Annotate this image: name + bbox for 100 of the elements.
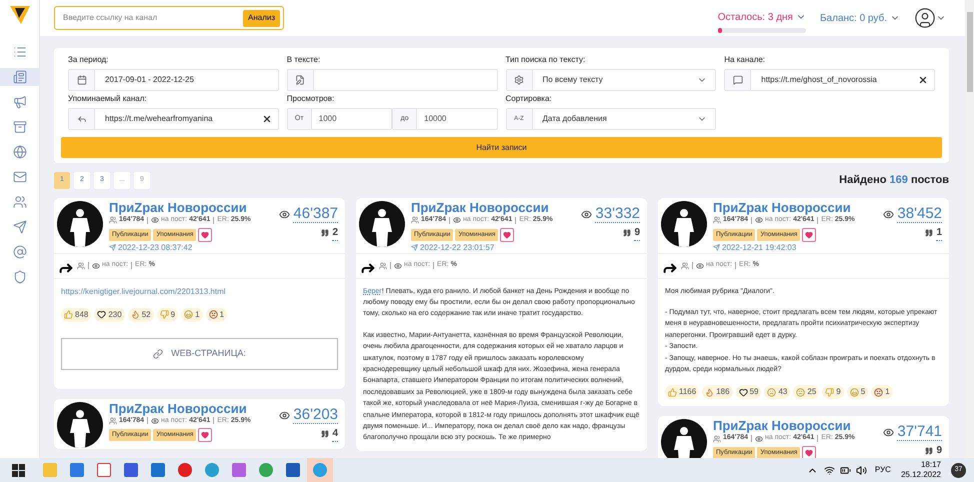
favorite-button[interactable] [802,228,816,242]
favorite-button[interactable] [198,228,212,242]
thumbs-down-icon [160,310,169,319]
users-icon [77,262,85,270]
favorite-button[interactable] [198,428,212,442]
users-icon [109,416,117,425]
reaction-chip[interactable]: 1166 [665,385,700,400]
app-icon [124,463,138,477]
app-icon [286,463,300,477]
quote-icon [321,430,330,438]
favorite-button[interactable] [500,228,514,242]
face-icon [850,388,859,397]
channel-name[interactable]: ПриZрак Новороссии [713,201,878,215]
text-field[interactable]: https://t.me/ghost_of_novorossia [724,69,935,91]
link-icon [153,348,164,358]
channel-name[interactable]: ПриZрак Новороссии [109,402,274,416]
field-label: На канале: [724,54,766,66]
comment-count[interactable]: 1 [936,225,942,241]
view-count[interactable]: 46'387 [293,206,338,223]
sidebar-item[interactable] [0,68,40,86]
megaphone-icon [12,95,26,109]
eye-icon [279,209,290,220]
heart-icon [201,431,210,439]
analyze-button[interactable]: Анализ [242,10,280,26]
channel-name[interactable]: ПриZрак Новороссии [713,419,878,434]
comment-count[interactable]: 9 [634,225,640,241]
view-count[interactable]: 38'452 [897,206,942,223]
reaction-chip[interactable]: 848 [61,308,92,322]
reaction-chip[interactable]: 9 [822,385,844,400]
reaction-chip[interactable]: 1 [206,308,227,322]
field-label: В тексте: [286,54,322,66]
thumbs-up-icon [668,388,677,397]
text-field[interactable]: 2017-09-01 - 2022-12-25 [68,69,279,91]
channel-name[interactable]: ПриZрак Новороссии [109,201,274,215]
chat-icon [732,75,743,85]
user-icon [914,7,936,29]
thumbs-up-icon [64,310,73,319]
newspaper-icon [12,70,26,84]
quote-icon [321,229,330,237]
comment-count[interactable]: 2 [332,225,338,241]
select-field[interactable]: По всему тексту [506,69,716,91]
reaction-chip[interactable]: 230 [94,308,125,322]
logo-icon[interactable] [8,4,30,26]
quote-icon [925,229,934,237]
reaction-chip[interactable]: 1 [181,308,203,322]
text-field[interactable] [286,69,498,91]
search-field[interactable]: Введите ссылку на канал Анализ [54,6,284,30]
users-icon [713,216,721,224]
balance-dropdown[interactable]: Баланс: 0 руб. [820,10,900,26]
find-posts-button[interactable]: Найти записи [61,137,942,158]
settings-icon [514,75,524,85]
keyboard-language[interactable]: РУС [874,464,891,476]
field-label: Просмотров: [286,93,336,105]
view-count[interactable]: 33'332 [595,206,640,223]
clock[interactable]: 18:17 25.12.2022 [900,460,941,480]
reaction-chip[interactable]: 25 [793,385,820,400]
web-page-button[interactable]: WEB-СТРАНИЦА: [61,338,338,370]
flame-icon [705,388,714,397]
time: 18:17 [920,460,941,470]
eye-icon [151,416,160,425]
eye-icon [883,209,894,220]
scrollbar[interactable] [965,0,974,458]
reaction-chip[interactable]: 5 [846,385,868,400]
profile-menu[interactable] [914,7,946,29]
view-count[interactable]: 37'741 [897,424,942,442]
face-icon [184,310,194,319]
field-label: За период: [68,54,110,66]
edit-icon [295,75,306,85]
reaction-chip[interactable]: 52 [128,308,154,322]
field-value: https://t.me/wehearfromyanina [104,113,214,125]
silhouette-icon [70,209,90,247]
app-icon [313,463,327,477]
reaction-chip[interactable]: 9 [156,308,178,322]
trial-dropdown[interactable]: Осталось: 3 дня [718,10,806,24]
app-icon [70,463,84,477]
wifi-icon[interactable] [824,464,835,476]
comment-count[interactable]: 4 [332,426,338,442]
archive-icon [12,120,26,134]
view-count[interactable]: 36'203 [293,406,338,424]
field-label: Сортировка: [506,93,553,105]
text-field[interactable]: https://t.me/wehearfromyanina [68,108,279,130]
silhouette-icon [674,427,694,458]
shield-icon [12,270,26,284]
reaction-chip[interactable]: 1 [871,385,893,400]
speaker-icon[interactable] [856,464,867,476]
windows-logo-icon[interactable] [12,464,25,476]
close-icon[interactable] [262,114,272,124]
battery-icon[interactable] [840,464,851,476]
reaction-chip[interactable]: 186 [702,385,733,400]
close-icon[interactable] [918,75,928,85]
field-value: Дата добавления [542,113,608,125]
sad-face-icon [767,388,776,397]
search-input[interactable]: Введите ссылку на канал [63,12,243,24]
eye-icon [394,262,402,270]
angry-face-icon [874,388,884,397]
app-icon [259,463,273,477]
reaction-chip[interactable]: 59 [736,385,762,400]
channel-name[interactable]: ПриZрак Новороссии [411,201,576,215]
reaction-chip[interactable]: 43 [764,385,790,400]
scrollbar-thumb[interactable] [966,12,972,92]
